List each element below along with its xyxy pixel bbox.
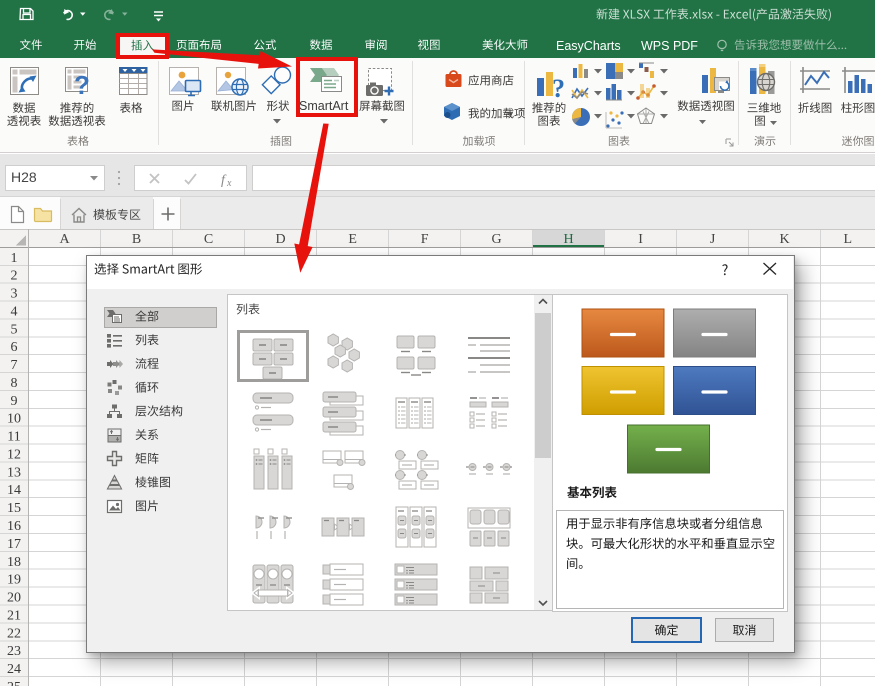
svg-text:C: C xyxy=(204,232,213,247)
svg-text:16: 16 xyxy=(7,519,21,534)
svg-text:22: 22 xyxy=(7,626,21,641)
svg-text:12: 12 xyxy=(7,448,21,463)
svg-text:25: 25 xyxy=(7,680,21,686)
svg-text:?: ? xyxy=(74,70,90,99)
svg-text:19: 19 xyxy=(7,573,21,588)
svg-text:9: 9 xyxy=(11,394,18,409)
svg-text:x: x xyxy=(226,178,232,187)
svg-text:13: 13 xyxy=(7,465,21,480)
svg-text:2: 2 xyxy=(11,269,18,284)
svg-text:F: F xyxy=(421,232,429,247)
svg-text:18: 18 xyxy=(7,555,21,570)
svg-text:I: I xyxy=(638,232,643,247)
svg-text:5: 5 xyxy=(11,322,18,337)
svg-text:K: K xyxy=(780,232,790,247)
svg-text:J: J xyxy=(710,232,716,247)
svg-text:17: 17 xyxy=(7,537,21,552)
svg-text:B: B xyxy=(132,232,141,247)
svg-text:1: 1 xyxy=(11,251,18,266)
svg-text:10: 10 xyxy=(7,412,21,427)
svg-text:H: H xyxy=(564,232,574,247)
svg-text:6: 6 xyxy=(11,340,18,355)
svg-text:A: A xyxy=(60,232,71,247)
svg-text:21: 21 xyxy=(7,608,21,623)
svg-text:14: 14 xyxy=(7,483,21,498)
svg-text:20: 20 xyxy=(7,591,21,606)
svg-text:23: 23 xyxy=(7,644,21,659)
svg-text:11: 11 xyxy=(7,430,20,445)
svg-text:24: 24 xyxy=(7,662,21,677)
svg-text:8: 8 xyxy=(11,376,18,391)
svg-text:4: 4 xyxy=(11,304,18,319)
svg-text:15: 15 xyxy=(7,501,21,516)
svg-text:G: G xyxy=(492,232,502,247)
svg-text:L: L xyxy=(844,232,853,247)
svg-text:?: ? xyxy=(552,74,565,102)
svg-text:E: E xyxy=(348,232,357,247)
svg-text:3: 3 xyxy=(11,287,18,302)
svg-text:7: 7 xyxy=(11,358,18,373)
svg-text:D: D xyxy=(276,232,286,247)
